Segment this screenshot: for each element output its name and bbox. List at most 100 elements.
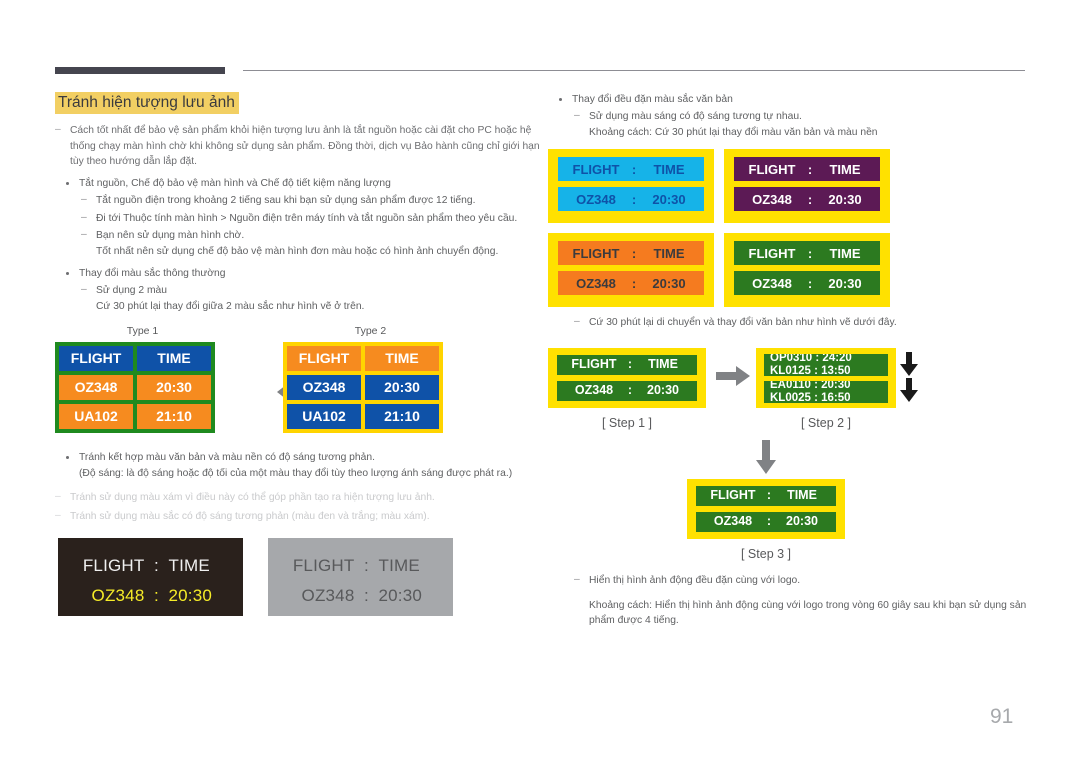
panel-gray-data-row: OZ348 : 20:30 [268, 574, 453, 604]
panel-data-sep: : [631, 191, 637, 207]
panel-dark-data-sep: : [154, 586, 159, 606]
cell-flight-value: UA102 [287, 404, 361, 430]
panel-gray-data-value: 20:30 [378, 586, 423, 606]
panel-data-value: 20:30 [828, 275, 862, 291]
step-3-header-label: FLIGHT [710, 488, 756, 503]
note-screensaver: Cách tốt nhất để bảo vệ sản phẩm khỏi hi… [55, 122, 540, 169]
panel-gray-data-label: OZ348 [301, 586, 355, 606]
panel-header-sep: : [631, 161, 637, 177]
cell-flight-value: UA102 [59, 404, 133, 430]
panel-header-row: FLIGHT : TIME [558, 157, 704, 182]
cell-time-value: 20:30 [365, 375, 439, 401]
panel-gray-header-sep: : [364, 556, 369, 576]
cell-flight-value: OZ348 [59, 375, 133, 401]
cell-time-value: 21:10 [137, 404, 211, 430]
flight-board-type-1: FLIGHT TIME OZ348 20:30 UA102 21:10 [55, 342, 215, 434]
panel-data-label: OZ348 [576, 275, 616, 291]
panel-header-value: TIME [829, 245, 861, 261]
panel-data-sep: : [807, 275, 813, 291]
flight-board-type-2: FLIGHT TIME OZ348 20:30 UA102 21:10 [283, 342, 443, 434]
step-2-strip-top-line2: KL0125 : 13:50 [770, 364, 851, 376]
color-variation-figure: FLIGHT : TIME OZ348 : 20:30 FLIGHT : TIM… [548, 149, 890, 308]
panel-header-label: FLIGHT [748, 161, 796, 177]
panel-gray-example: FLIGHT : TIME OZ348 : 20:30 [268, 538, 453, 617]
step-3-data-row: OZ348 : 20:30 [696, 511, 836, 532]
cell-time-header: TIME [137, 346, 211, 372]
cell-time-value: 20:30 [137, 375, 211, 401]
panel-header-row: FLIGHT : TIME [558, 241, 704, 266]
step-3-data-label: OZ348 [713, 514, 753, 529]
page-number: 91 [990, 705, 1014, 728]
step-2-strip-bottom-line2: KL0025 : 16:50 [770, 391, 851, 403]
panel-data-sep: : [631, 275, 637, 291]
step-2-panel: OP0310 : 24:20 KL0125 : 13:50 EA0110 : 2… [756, 347, 896, 408]
step-2-strip-bottom: EA0110 : 20:30 KL0025 : 16:50 [764, 380, 888, 403]
panel-header-value: TIME [653, 245, 685, 261]
bullet-avoid-contrast: Tránh kết hợp màu văn bản và màu nền có … [55, 450, 540, 465]
board-row: OZ348 20:30 [287, 375, 439, 401]
step-3-caption: [ Step 3 ] [740, 546, 792, 561]
panel-header-value: TIME [829, 161, 861, 177]
dash-display-properties: Đi tới Thuộc tính màn hình > Nguồn điện … [55, 210, 540, 226]
down-arrow-icon [756, 439, 776, 479]
step-1-panel: FLIGHT : TIME OZ348 : 20:30 [548, 347, 706, 408]
panel-dark-data-value: 20:30 [168, 586, 213, 606]
bullet-power-off: Tắt nguồn, Chế độ bảo vệ màn hình và Chế… [55, 176, 540, 191]
panel-header-label: FLIGHT [748, 245, 796, 261]
panel-data-sep: : [807, 191, 813, 207]
step-sequence-figure: FLIGHT : TIME OZ348 : 20:30 [ Step 1 ] O… [548, 344, 1018, 569]
panel-gray-header-label: FLIGHT [292, 556, 355, 576]
step-1-data-label: OZ348 [574, 383, 614, 398]
board-row: FLIGHT TIME [59, 346, 211, 372]
panel-data-value: 20:30 [652, 191, 686, 207]
panel-dark-data-label: OZ348 [91, 586, 145, 606]
panel-gray-header-row: FLIGHT : TIME [268, 538, 453, 574]
panel-dark-header-row: FLIGHT : TIME [58, 538, 243, 574]
panel-header-label: FLIGHT [572, 245, 620, 261]
dash-similar-brightness-cont: Khoảng cách: Cứ 30 phút lại thay đổi màu… [589, 126, 878, 138]
panel-header-value: TIME [653, 161, 685, 177]
panel-data-label: OZ348 [576, 191, 616, 207]
type-2-group: Type 2 FLIGHT TIME OZ348 20:30 UA102 21:… [283, 325, 458, 434]
panel-data-label: OZ348 [752, 191, 792, 207]
panel-header-row: FLIGHT : TIME [734, 241, 880, 266]
step-3-data-value: 20:30 [786, 514, 818, 529]
step-2-strip-bottom-line1: EA0110 : 20:30 [770, 380, 851, 391]
header-rule-line [243, 70, 1025, 71]
right-column: Thay đổi đều đặn màu sắc văn bản Sử dụng… [548, 92, 1028, 629]
type-comparison-figure: Type 1 FLIGHT TIME OZ348 20:30 UA102 21:… [55, 325, 540, 443]
cell-flight-header: FLIGHT [59, 346, 133, 372]
note-avoid-contrast-colors: Tránh sử dụng màu sắc có độ sáng tương p… [55, 508, 540, 524]
step-1-header-value: TIME [648, 357, 678, 372]
dash-power-2h: Tắt nguồn điện trong khoảng 2 tiếng sau … [55, 192, 540, 208]
panel-header-label: FLIGHT [572, 161, 620, 177]
step-1-data-value: 20:30 [647, 383, 679, 398]
dash-use-screensaver: Bạn nên sử dụng màn hình chờ. [55, 227, 540, 243]
step-1-caption: [ Step 1 ] [601, 415, 653, 430]
panel-data-row: OZ348 : 20:30 [734, 187, 880, 212]
color-panel-orange: FLIGHT : TIME OZ348 : 20:30 [548, 233, 714, 308]
panel-data-value: 20:30 [652, 275, 686, 291]
step-3-data-sep: : [766, 514, 772, 529]
dash-two-colors-cont: Cứ 30 phút lại thay đổi giữa 2 màu sắc n… [96, 300, 365, 312]
type-2-label: Type 2 [354, 325, 387, 338]
panel-data-label: OZ348 [752, 275, 792, 291]
dash-similar-brightness: Sử dụng màu sáng có độ sáng tương tự nha… [548, 108, 1028, 124]
step-2-strip-top: OP0310 : 24:20 KL0125 : 13:50 [764, 353, 888, 376]
note-avoid-gray: Tránh sử dụng màu xám vì điều này có thể… [55, 489, 540, 505]
cell-flight-header: FLIGHT [287, 346, 361, 372]
bullet-avoid-contrast-cont: (Độ sáng: là độ sáng hoặc độ tối của một… [79, 467, 513, 479]
step-1-header-label: FLIGHT [571, 357, 617, 372]
step-3-header-sep: : [766, 488, 772, 503]
board-row: UA102 21:10 [59, 404, 211, 430]
panel-header-sep: : [807, 161, 813, 177]
color-panel-cyan: FLIGHT : TIME OZ348 : 20:30 [548, 149, 714, 224]
dash-move-text: Cứ 30 phút lại di chuyển và thay đổi văn… [548, 314, 1028, 330]
scroll-down-arrow-icon [900, 351, 918, 381]
panel-dark-data-row: OZ348 : 20:30 [58, 574, 243, 604]
step-3-header-row: FLIGHT : TIME [696, 485, 836, 506]
step-3-header-value: TIME [787, 488, 817, 503]
step-1-data-row: OZ348 : 20:30 [557, 380, 697, 401]
step-3-panel: FLIGHT : TIME OZ348 : 20:30 [687, 478, 845, 539]
panel-header-row: FLIGHT : TIME [734, 157, 880, 182]
